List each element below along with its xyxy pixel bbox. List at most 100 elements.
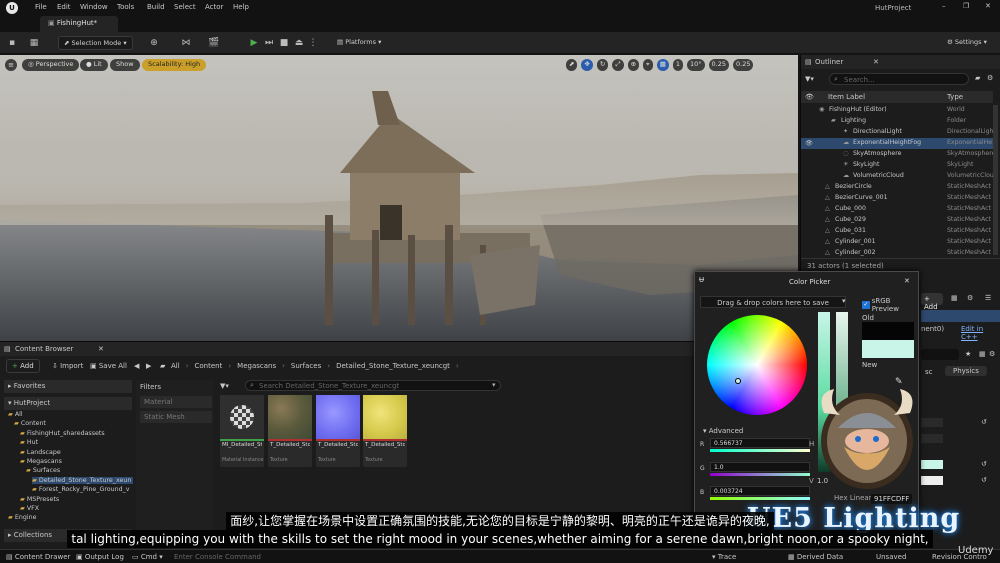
details-field-1[interactable]: [921, 418, 943, 427]
breadcrumb-megascans[interactable]: Megascans: [237, 362, 276, 370]
camera-speed-value[interactable]: 0.25: [733, 59, 754, 71]
cmd-dropdown[interactable]: ▭ Cmd ▾: [132, 553, 163, 561]
outliner-search-input[interactable]: ⌕ Search...: [829, 73, 969, 85]
trace-button[interactable]: ▾ Trace: [712, 553, 736, 561]
asset-filter-icon[interactable]: ▼▾: [220, 382, 229, 390]
console-input[interactable]: Enter Console Command: [174, 553, 261, 561]
themes-dropdown-icon[interactable]: ▾: [842, 297, 846, 305]
platforms-dropdown[interactable]: ▤ Platforms ▾: [332, 36, 384, 50]
scalability-badge[interactable]: Scalability: High: [142, 59, 207, 71]
breadcrumb-current-folder[interactable]: Detailed_Stone_Texture_xeuncgt: [336, 362, 450, 370]
browse-icon[interactable]: ▦: [28, 37, 40, 49]
save-icon[interactable]: ▪: [6, 37, 18, 49]
unreal-logo-icon[interactable]: U: [6, 2, 18, 14]
stop-icon[interactable]: ■: [278, 37, 290, 49]
outliner-row[interactable]: △ Cube_029 StaticMeshAct: [801, 215, 993, 226]
add-folder-icon[interactable]: ▰: [975, 74, 980, 82]
outliner-row[interactable]: ◌ SkyAtmosphere SkyAtmosphere: [801, 149, 993, 160]
outliner-row[interactable]: ◉ FishingHut (Editor) World: [801, 105, 993, 116]
outliner-row[interactable]: ☁ ExponentialHeightFog ExponentialHe 👁: [801, 138, 993, 149]
filter-static-mesh[interactable]: Static Mesh: [140, 411, 212, 423]
folder-tree-item[interactable]: ▰ All: [8, 411, 23, 418]
close-content-browser-icon[interactable]: ✕: [98, 345, 104, 353]
breadcrumb-surfaces[interactable]: Surfaces: [291, 362, 321, 370]
folder-tree-item[interactable]: ▰ Forest_Rocky_Pine_Ground_v: [32, 486, 130, 493]
outliner-row[interactable]: ▰ Lighting Folder: [801, 116, 993, 127]
green-value-input[interactable]: 1.0: [710, 462, 810, 472]
outliner-row[interactable]: ☀ SkyLight SkyLight: [801, 160, 993, 171]
more-options-icon[interactable]: ⋮: [307, 37, 319, 49]
filter-material[interactable]: Material: [140, 396, 212, 408]
reset-icon-2[interactable]: ↺: [981, 460, 987, 468]
unsaved-button[interactable]: Unsaved: [876, 553, 906, 561]
menu-help[interactable]: Help: [233, 3, 249, 11]
tab-physics[interactable]: Physics: [945, 366, 987, 376]
maximize-icon[interactable]: ❐: [963, 2, 969, 10]
menu-actor[interactable]: Actor: [205, 3, 223, 11]
type-column[interactable]: Type: [947, 93, 963, 101]
favorite-icon[interactable]: ★: [965, 350, 971, 358]
outliner-row[interactable]: △ Cube_031 StaticMeshAct: [801, 226, 993, 237]
close-outliner-icon[interactable]: ✕: [873, 58, 879, 66]
folder-tree-item[interactable]: ▰ Detailed_Stone_Texture_xeun: [32, 476, 134, 484]
details-grid-icon[interactable]: ▦: [979, 350, 986, 358]
move-tool-icon[interactable]: ✥: [581, 59, 593, 71]
srgb-preview-checkbox[interactable]: ✓ sRGB Preview: [862, 297, 918, 313]
surface-snap-icon[interactable]: ⌖: [643, 59, 653, 71]
folder-tree-item[interactable]: ▰ MSPresets: [20, 496, 59, 503]
rotation-snap-value[interactable]: 10°: [686, 59, 705, 71]
outliner-row[interactable]: △ BezierCircle StaticMeshAct: [801, 182, 993, 193]
folder-tree-item[interactable]: ▰ Content: [14, 420, 46, 427]
folder-tree-item[interactable]: ▰ Engine: [8, 514, 36, 521]
folder-tree-item[interactable]: ▰ Landscape: [20, 449, 61, 456]
menu-select[interactable]: Select: [174, 3, 196, 11]
settings-button[interactable]: ⚙ Settings ▾: [942, 36, 996, 50]
world-space-icon[interactable]: ⊕: [627, 59, 640, 71]
outliner-scrollbar[interactable]: [993, 105, 998, 255]
reset-icon-3[interactable]: ↺: [981, 476, 987, 484]
menu-edit[interactable]: Edit: [57, 3, 71, 11]
outliner-row[interactable]: △ BezierCurve_001 StaticMeshAct: [801, 193, 993, 204]
content-drawer-button[interactable]: ▤ Content Drawer: [6, 553, 70, 561]
add-component-button[interactable]: + Add: [921, 293, 943, 311]
close-window-icon[interactable]: ✕: [985, 2, 991, 10]
folder-tree-item[interactable]: ▰ VFX: [20, 505, 39, 512]
fog-color-swatch[interactable]: [921, 460, 943, 469]
outliner-row[interactable]: ✦ DirectionalLight DirectionalLigh: [801, 127, 993, 138]
outliner-row[interactable]: △ Cube_000 StaticMeshAct: [801, 204, 993, 215]
blue-value-input[interactable]: 0.003724: [710, 486, 810, 496]
import-button[interactable]: ⇩ Import: [52, 362, 83, 370]
details-settings-icon[interactable]: ⚙: [967, 294, 973, 302]
grid-size-value[interactable]: 1: [672, 59, 683, 71]
asset-tile[interactable]: T_Detailed_StoneTexture_ Texture: [363, 395, 407, 467]
red-value-input[interactable]: 0.566737: [710, 438, 810, 448]
details-search-input[interactable]: [921, 349, 959, 360]
asset-tile[interactable]: T_Detailed_Stone_Texture_ Texture: [316, 395, 360, 467]
grid-snap-icon[interactable]: ▦: [656, 59, 669, 71]
lit-button[interactable]: ● Lit: [80, 59, 108, 71]
visibility-eye-icon[interactable]: 👁: [805, 139, 813, 147]
reset-icon[interactable]: ↺: [981, 418, 987, 426]
outliner-row[interactable]: ☁ VolumetricCloud VolumetricCloud: [801, 171, 993, 182]
folder-nav-icon[interactable]: ▰: [160, 362, 165, 370]
close-color-picker-icon[interactable]: ✕: [904, 277, 910, 285]
tab-misc[interactable]: sc: [925, 368, 933, 376]
edit-in-cpp-link[interactable]: Edit in C++: [961, 325, 1000, 341]
menu-window[interactable]: Window: [80, 3, 108, 11]
details-settings-icon-2[interactable]: ⚙: [989, 350, 995, 358]
outliner-settings-icon[interactable]: ⚙: [987, 74, 993, 82]
search-dropdown-icon[interactable]: ▾: [492, 381, 496, 389]
selection-mode-dropdown[interactable]: ⬈ Selection Mode ▾: [58, 36, 133, 50]
add-actor-icon[interactable]: ⊕: [148, 37, 160, 49]
breadcrumb-content[interactable]: Content: [195, 362, 223, 370]
item-label-column[interactable]: Item Label: [828, 93, 865, 101]
minimize-icon[interactable]: –: [942, 2, 946, 10]
step-icon[interactable]: ⏭: [263, 37, 275, 49]
select-tool-icon[interactable]: ⬈: [566, 59, 578, 71]
color-wheel[interactable]: [707, 315, 807, 415]
tab-fishinghut[interactable]: ▣ FishingHut*: [40, 16, 118, 32]
forward-icon[interactable]: ▶: [146, 362, 151, 370]
project-section[interactable]: ▾ HutProject: [4, 397, 132, 410]
selected-component-row[interactable]: [921, 310, 1000, 322]
level-viewport[interactable]: ≡ ◎ Perspective ● Lit Show Scalability: …: [0, 55, 798, 341]
